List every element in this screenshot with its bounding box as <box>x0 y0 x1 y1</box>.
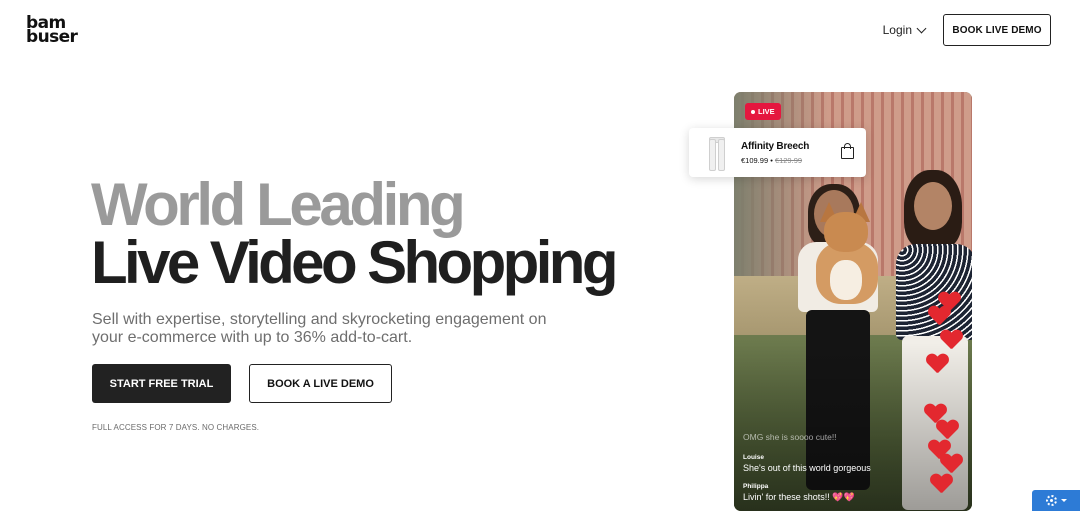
heart-icon <box>930 474 952 494</box>
caret-down-icon <box>1060 499 1067 502</box>
trial-note: FULL ACCESS FOR 7 DAYS. NO CHARGES. <box>92 423 260 432</box>
login-label: Login <box>882 23 912 37</box>
live-badge: LIVE <box>745 103 781 120</box>
product-thumbnail <box>699 133 733 173</box>
comment-text: Livin' for these shots!! 💖💖 <box>743 492 855 502</box>
bambuser-logo[interactable]: bam buser <box>26 15 78 47</box>
hero-subtitle: Sell with expertise, storytelling and sk… <box>92 311 547 346</box>
price-separator: • <box>768 155 775 165</box>
product-price: €109.99 <box>741 155 769 165</box>
settings-widget-button[interactable] <box>1032 490 1080 511</box>
product-old-price: €129.99 <box>774 155 803 165</box>
logo-line-2: buser <box>26 27 78 47</box>
corgi-dog <box>806 202 886 322</box>
live-comments: OMG she is soooo cute!! Louise She's out… <box>743 432 933 503</box>
book-a-live-demo-button[interactable]: BOOK A LIVE DEMO <box>249 364 392 403</box>
login-dropdown[interactable]: Login <box>882 23 927 37</box>
book-live-demo-button[interactable]: BOOK LIVE DEMO <box>943 14 1051 46</box>
heart-icon <box>940 330 962 350</box>
header-nav: Login BOOK LIVE DEMO <box>883 14 1051 46</box>
comment-faded: OMG she is soooo cute!! <box>743 432 837 442</box>
heart-icon <box>928 306 950 326</box>
start-free-trial-button[interactable]: START FREE TRIAL <box>92 364 231 403</box>
comment-author: Louise <box>743 454 764 461</box>
comment-text: She's out of this world gorgeous <box>743 463 871 473</box>
product-info: Affinity Breech €109.99 • €129.99 <box>741 141 841 165</box>
comment-author: Philippa <box>743 483 769 490</box>
product-price-row: €109.99 • €129.99 <box>741 156 841 165</box>
heart-icon <box>940 454 962 474</box>
live-dot-icon <box>751 109 755 114</box>
cta-row: START FREE TRIAL BOOK A LIVE DEMO <box>92 364 392 403</box>
heart-icon <box>936 420 958 440</box>
shopping-bag-icon[interactable] <box>841 142 854 159</box>
product-name: Affinity Breech <box>741 140 810 152</box>
chevron-down-icon <box>916 23 927 33</box>
gear-icon <box>1045 495 1057 506</box>
live-label: LIVE <box>758 107 775 116</box>
headline-line-2: Live Video Shopping <box>91 229 618 296</box>
product-card[interactable]: Affinity Breech €109.99 • €129.99 <box>689 128 866 177</box>
heart-icon <box>926 354 948 374</box>
